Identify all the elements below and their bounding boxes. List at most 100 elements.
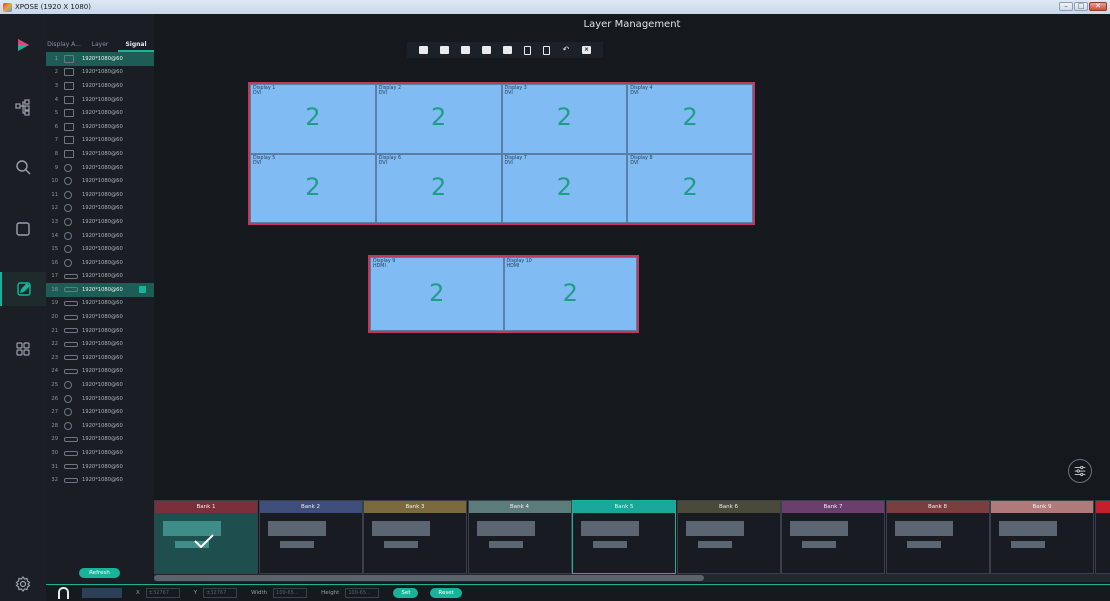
signal-row[interactable]: 32 1920*1080@60: [46, 473, 154, 487]
bank-card[interactable]: Bank 7: [781, 500, 885, 574]
signal-row[interactable]: 14 1920*1080@60: [46, 229, 154, 243]
bank-card[interactable]: Bank 4: [467, 500, 572, 574]
layer-back-icon[interactable]: [440, 46, 449, 54]
bank-card[interactable]: Bank 5: [572, 500, 676, 574]
signal-row[interactable]: 28 1920*1080@60: [46, 419, 154, 433]
bank-card[interactable]: Bank 2: [258, 500, 363, 574]
signal-row[interactable]: 27 1920*1080@60: [46, 405, 154, 419]
tab-signal[interactable]: Signal: [118, 38, 154, 52]
refresh-button[interactable]: Refresh: [79, 568, 120, 578]
close-button[interactable]: ✕: [1089, 2, 1107, 11]
display-wall-2[interactable]: Display 9 HDMI 2 Display 10 HDMI 2: [368, 255, 639, 333]
signal-row[interactable]: 15 1920*1080@60: [46, 242, 154, 256]
layer-up-icon[interactable]: [461, 46, 470, 54]
display-screen[interactable]: Display 5 DVI 2: [250, 153, 376, 223]
tab-layer[interactable]: Layer: [82, 38, 118, 52]
bank-scrollbar[interactable]: [154, 574, 1110, 582]
signal-row[interactable]: 21 1920*1080@60: [46, 324, 154, 338]
paste-icon[interactable]: [543, 45, 550, 55]
signal-row[interactable]: 17 1920*1080@60: [46, 270, 154, 284]
layer-front-icon[interactable]: [419, 46, 428, 54]
bank-card[interactable]: Bank 3: [363, 500, 467, 574]
input-port-icon: [64, 68, 74, 77]
grid-icon[interactable]: [0, 332, 46, 366]
signal-row[interactable]: 3 1920*1080@60: [46, 79, 154, 93]
search-icon[interactable]: [0, 150, 46, 184]
signal-row[interactable]: 7 1920*1080@60: [46, 134, 154, 148]
layer-fill-icon[interactable]: [503, 46, 512, 54]
display-wall-1[interactable]: Display 1 DVI 2 Display 2 DVI 2 Display 3 DVI 2 D…: [248, 82, 755, 225]
bank-preview-sub: [279, 541, 314, 548]
scrollbar-thumb[interactable]: [154, 575, 704, 581]
layer-down-icon[interactable]: [482, 46, 491, 54]
bank-strip: Bank 1 Bank 2 Bank 3 Bank 4 Bank 5 Bank 6 Bank…: [154, 500, 1110, 574]
display-screen[interactable]: Display 1 DVI 2: [250, 84, 376, 154]
signal-row[interactable]: 24 1920*1080@60: [46, 365, 154, 379]
signal-row[interactable]: 22 1920*1080@60: [46, 337, 154, 351]
layer-count: 2: [430, 172, 447, 201]
signal-row[interactable]: 31 1920*1080@60: [46, 460, 154, 474]
bank-card[interactable]: Bank 9: [990, 500, 1094, 574]
settings-icon[interactable]: [0, 567, 46, 601]
signal-row[interactable]: 12 1920*1080@60: [46, 202, 154, 216]
bank-card[interactable]: Bank 8: [885, 500, 990, 574]
bank-preview-sub: [488, 541, 523, 548]
screen-icon[interactable]: [0, 212, 46, 246]
edit-signal-icon[interactable]: [139, 286, 146, 294]
signal-row[interactable]: 10 1920*1080@60: [46, 174, 154, 188]
x-input[interactable]: ±32767: [145, 588, 180, 598]
input-port-icon: [64, 421, 72, 430]
undo-icon[interactable]: ↶: [562, 46, 570, 54]
display-screen[interactable]: Display 3 DVI 2: [501, 84, 628, 154]
signal-row[interactable]: 26 1920*1080@60: [46, 392, 154, 406]
signal-row[interactable]: 16 1920*1080@60: [46, 256, 154, 270]
signal-row[interactable]: 2 1920*1080@60: [46, 66, 154, 80]
set-button[interactable]: Set: [393, 588, 419, 598]
signal-row[interactable]: 19 1920*1080@60: [46, 297, 154, 311]
minimize-button[interactable]: –: [1059, 2, 1073, 11]
display-screen[interactable]: Display 7 DVI 2: [501, 153, 628, 223]
height-input[interactable]: 100-65...: [345, 588, 380, 598]
layer-name-field[interactable]: [82, 588, 122, 598]
bank-card[interactable]: Bank 1: [154, 500, 258, 574]
signal-row[interactable]: 18 1920*1080@60: [46, 283, 154, 297]
signal-row[interactable]: 6 1920*1080@60: [46, 120, 154, 134]
y-input[interactable]: ±32767: [203, 588, 238, 598]
display-screen[interactable]: Display 10 HDMI 2: [503, 257, 637, 331]
signal-row[interactable]: 13 1920*1080@60: [46, 215, 154, 229]
signal-row[interactable]: 4 1920*1080@60: [46, 93, 154, 107]
signal-row[interactable]: 23 1920*1080@60: [46, 351, 154, 365]
copy-icon[interactable]: [524, 45, 531, 55]
sliders-icon[interactable]: [1068, 459, 1092, 483]
reset-button[interactable]: Reset: [430, 588, 462, 598]
signal-row[interactable]: 20 1920*1080@60: [46, 310, 154, 324]
signal-row[interactable]: 8 1920*1080@60: [46, 147, 154, 161]
tab-display-area[interactable]: Display A...: [46, 38, 82, 52]
logo-icon[interactable]: [0, 28, 46, 62]
signal-row[interactable]: 5 1920*1080@60: [46, 106, 154, 120]
signal-resolution: 1920*1080@60: [82, 341, 123, 348]
signal-resolution: 1920*1080@60: [82, 232, 123, 239]
lock-icon[interactable]: [58, 587, 69, 599]
display-screen[interactable]: Display 8 DVI 2: [627, 153, 753, 223]
clear-icon[interactable]: ×: [582, 46, 591, 54]
signal-row[interactable]: 30 1920*1080@60: [46, 446, 154, 460]
display-screen[interactable]: Display 4 DVI 2: [627, 84, 753, 154]
signal-row[interactable]: 1 1920*1080@60: [46, 52, 154, 66]
display-screen[interactable]: Display 6 DVI 2: [375, 153, 502, 223]
display-source: DVI: [253, 160, 262, 166]
topology-icon[interactable]: [0, 90, 46, 124]
edit-icon[interactable]: [0, 272, 46, 306]
width-input[interactable]: 100-65...: [273, 588, 308, 598]
signal-row[interactable]: 29 1920*1080@60: [46, 433, 154, 447]
bank-card-partial[interactable]: [1094, 500, 1110, 574]
maximize-button[interactable]: □: [1074, 2, 1088, 11]
signal-row[interactable]: 25 1920*1080@60: [46, 378, 154, 392]
bank-card[interactable]: Bank 6: [676, 500, 781, 574]
display-screen[interactable]: Display 2 DVI 2: [375, 84, 502, 154]
input-port-icon: [64, 341, 78, 347]
signal-row[interactable]: 9 1920*1080@60: [46, 161, 154, 175]
display-screen[interactable]: Display 9 HDMI 2: [370, 257, 504, 331]
signal-resolution: 1920*1080@60: [82, 422, 123, 429]
signal-row[interactable]: 11 1920*1080@60: [46, 188, 154, 202]
